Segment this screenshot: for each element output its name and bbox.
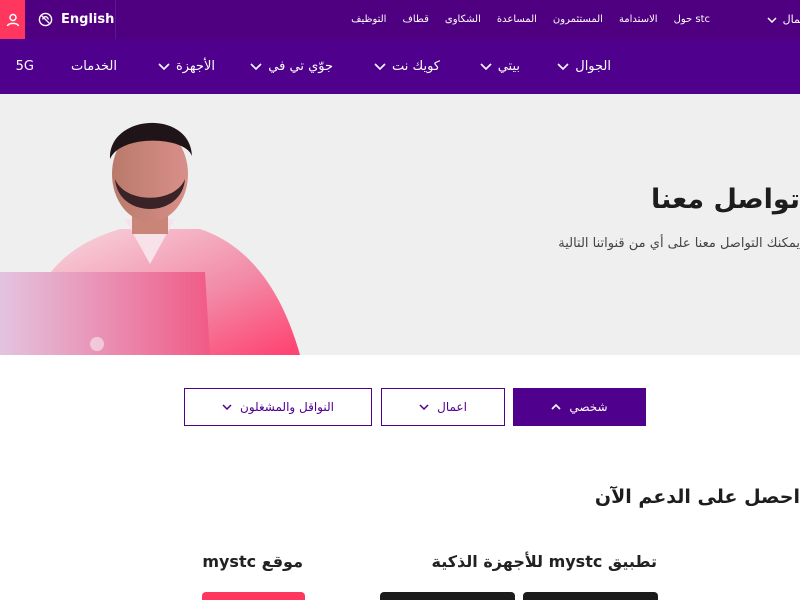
top-link-investors[interactable]: المستثمرون <box>553 14 603 25</box>
nav-label-quicknet: كويك نت <box>392 59 440 74</box>
nav-item-jawwy-tv[interactable]: جوّي تي في <box>250 39 333 94</box>
filter-business-label: اعمال <box>437 400 467 414</box>
user-icon <box>6 13 19 26</box>
filter-personal-button[interactable]: شخصي <box>513 388 646 426</box>
chevron-down-icon <box>374 63 386 70</box>
nav-item-5g[interactable]: 5G <box>16 39 34 94</box>
language-globe-icon <box>38 12 53 27</box>
top-link-complaints[interactable]: الشكاوى <box>445 14 481 25</box>
page-title: تواصل معنا <box>650 184 800 215</box>
filter-carriers-button[interactable]: النواقل والمشغلون <box>184 388 372 426</box>
mystc-site-button[interactable] <box>202 592 305 600</box>
support-heading: احصل على الدعم الآن <box>594 486 800 508</box>
chevron-down-icon <box>419 404 429 410</box>
top-link-careers[interactable]: التوظيف <box>351 14 386 25</box>
mystc-site-title: موقع mystc <box>202 552 303 571</box>
nav-item-services[interactable]: الخدمات <box>71 39 117 94</box>
language-label: English <box>61 12 115 27</box>
nav-item-mobile[interactable]: الجوال <box>557 39 611 94</box>
hero-banner: تواصل معنا يمكنك التواصل معنا على أي من … <box>0 94 800 355</box>
mystc-app-title: تطبيق mystc للأجهزة الذكية <box>431 552 657 571</box>
google-play-button[interactable] <box>523 592 658 600</box>
main-navigation: الجوال بيتي كويك نت جوّي تي في الأجهزة ا… <box>0 39 800 94</box>
top-link-help[interactable]: المساعدة <box>497 14 537 25</box>
nav-label-home: بيتي <box>497 59 520 74</box>
nav-label-jawwy-tv: جوّي تي في <box>268 59 333 74</box>
filter-personal-label: شخصي <box>569 400 608 414</box>
nav-item-quicknet[interactable]: كويك نت <box>374 39 440 94</box>
page-subtitle: يمكنك التواصل معنا على أي من قنواتنا الت… <box>558 236 800 251</box>
top-utility-bar: English حول stc الاستدامة المستثمرون الم… <box>0 0 800 39</box>
language-switch[interactable]: English <box>25 0 116 39</box>
business-menu[interactable]: أعمال <box>750 0 800 39</box>
top-link-sustainability[interactable]: الاستدامة <box>619 14 658 25</box>
nav-label-5g: 5G <box>15 59 34 74</box>
top-link-about[interactable]: حول stc <box>674 14 710 25</box>
hero-person-image <box>0 122 300 355</box>
business-label: أعمال <box>782 13 800 26</box>
chevron-down-icon <box>250 63 262 70</box>
chevron-down-icon <box>222 404 232 410</box>
chevron-up-icon <box>551 404 561 410</box>
chevron-down-icon <box>480 63 492 70</box>
user-account-button[interactable] <box>0 0 25 39</box>
chevron-down-icon <box>767 16 777 23</box>
top-link-qitaf[interactable]: قطاف <box>402 14 428 25</box>
nav-label-mobile: الجوال <box>575 59 611 74</box>
filter-carriers-label: النواقل والمشغلون <box>240 400 334 414</box>
filter-business-button[interactable]: اعمال <box>381 388 505 426</box>
chevron-down-icon <box>557 63 569 70</box>
nav-item-devices[interactable]: الأجهزة <box>158 39 215 94</box>
nav-item-home[interactable]: بيتي <box>480 39 520 94</box>
top-links: حول stc الاستدامة المستثمرون المساعدة ال… <box>290 0 710 39</box>
chevron-down-icon <box>158 63 170 70</box>
app-store-button[interactable] <box>380 592 515 600</box>
nav-label-devices: الأجهزة <box>175 59 215 74</box>
nav-label-services: الخدمات <box>71 59 117 74</box>
